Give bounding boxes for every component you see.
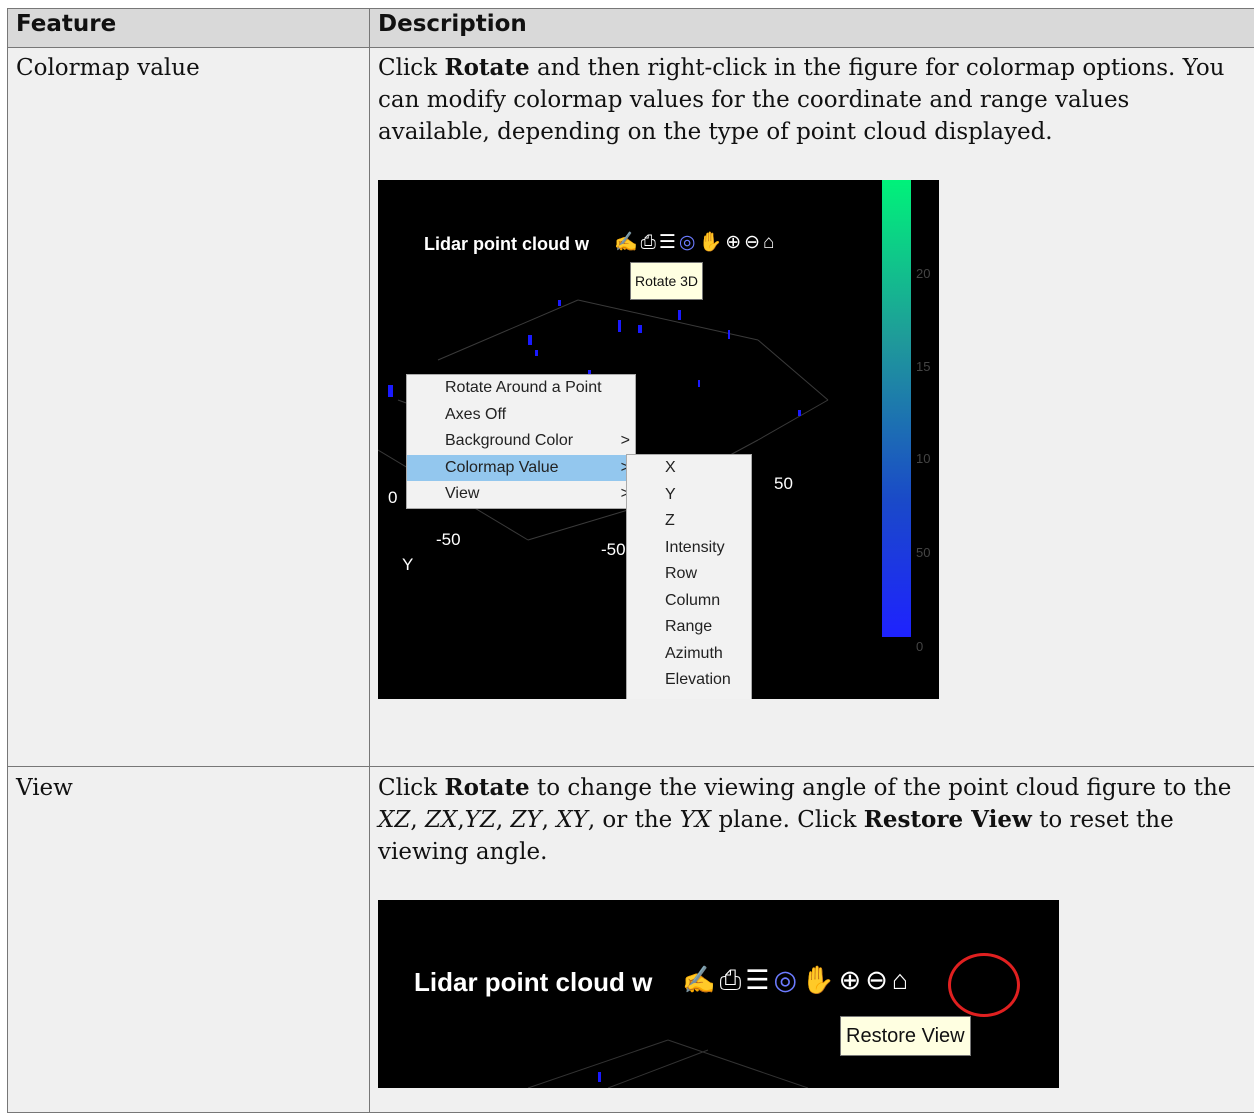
rotate-icon[interactable]: ◎ (679, 227, 696, 259)
menu-item-axes-off[interactable]: Axes Off (407, 402, 635, 429)
feature-cell: Colormap value (8, 48, 370, 767)
legend-icon[interactable]: ☰ (659, 227, 676, 259)
legend-icon[interactable]: ☰ (745, 964, 769, 996)
menu-item-colormap-value[interactable]: Colormap Value> (407, 455, 635, 482)
restore-view-tooltip: Restore View (840, 1016, 971, 1056)
context-menu: Rotate Around a Point Axes Off Backgroun… (406, 374, 636, 509)
home-icon[interactable]: ⌂ (892, 964, 908, 996)
submenu-item-row[interactable]: Row (627, 561, 751, 588)
menu-item-background-color[interactable]: Background Color> (407, 428, 635, 455)
feature-cell: View (8, 767, 370, 1113)
zoom-in-icon[interactable]: ⊕ (725, 227, 741, 259)
axis-tick-50: 50 (774, 468, 793, 500)
axis-tick-neg50: -50 (601, 534, 626, 566)
colormap-screenshot: Lidar point cloud w ✍ ⎙ ☰ ◎ ✋ ⊕ ⊖ ⌂ Rota… (378, 180, 939, 699)
submenu-item-azimuth[interactable]: Azimuth (627, 641, 751, 668)
zoom-out-icon[interactable]: ⊖ (744, 227, 760, 259)
colorbar-tick: 10 (916, 443, 930, 475)
rotate-3d-tooltip: Rotate 3D (630, 262, 703, 300)
description-cell: Click Rotate to change the viewing angle… (370, 767, 1254, 1113)
description-text: Click Rotate to change the viewing angle… (378, 772, 1248, 868)
colorbar-tick: 20 (916, 258, 930, 290)
colormap-submenu: X Y Z Intensity Row Column Range Azimuth… (626, 454, 752, 699)
submenu-item-range[interactable]: Range (627, 614, 751, 641)
rotate-icon[interactable]: ◎ (773, 964, 797, 996)
restore-view-highlight (948, 953, 1020, 1017)
pan-icon[interactable]: ✋ (699, 227, 723, 259)
submenu-item-intensity[interactable]: Intensity (627, 535, 751, 562)
brush-icon[interactable]: ✍ (614, 227, 638, 259)
description-cell: Click Rotate and then right-click in the… (370, 48, 1254, 767)
zoom-in-icon[interactable]: ⊕ (839, 964, 862, 996)
brush-icon[interactable]: ✍ (682, 964, 716, 996)
axis-tick-neg50: -50 (436, 524, 461, 556)
y-axis-label: Y (402, 549, 413, 581)
colorbar-tick: 0 (916, 631, 923, 663)
feature-table: Feature Description Colormap value Click… (7, 8, 1254, 1113)
header-feature: Feature (8, 9, 370, 48)
figure-title: Lidar point cloud w (424, 228, 589, 260)
header-description: Description (370, 9, 1254, 48)
pan-icon[interactable]: ✋ (801, 964, 835, 996)
feature-name: View (16, 772, 363, 804)
submenu-item-z[interactable]: Z (627, 508, 751, 535)
feature-name: Colormap value (16, 52, 363, 84)
home-icon[interactable]: ⌂ (763, 227, 774, 259)
figure-toolbar: ✍ ⎙ ☰ ◎ ✋ ⊕ ⊖ ⌂ (614, 227, 775, 259)
zoom-out-icon[interactable]: ⊖ (865, 964, 888, 996)
axis-tick-zero: 0 (388, 482, 397, 514)
submenu-item-column[interactable]: Column (627, 588, 751, 615)
colorbar-tick: 50 (916, 537, 930, 569)
submenu-item-elevation[interactable]: Elevation (627, 667, 751, 694)
menu-item-rotate-around-point[interactable]: Rotate Around a Point (407, 375, 635, 402)
colorbar (882, 180, 911, 637)
print-icon[interactable]: ⎙ (720, 964, 742, 996)
submenu-item-y[interactable]: Y (627, 482, 751, 509)
restore-view-screenshot: Lidar point cloud w ✍ ⎙ ☰ ◎ ✋ ⊕ ⊖ ⌂ Rest… (378, 900, 1059, 1088)
submenu-item-x[interactable]: X (627, 455, 751, 482)
menu-item-view[interactable]: View> (407, 481, 635, 508)
table-row: View Click Rotate to change the viewing … (8, 767, 1254, 1113)
table-row: Colormap value Click Rotate and then rig… (8, 48, 1254, 767)
description-text: Click Rotate and then right-click in the… (378, 52, 1248, 148)
figure-title: Lidar point cloud w (414, 966, 652, 998)
figure-toolbar: ✍ ⎙ ☰ ◎ ✋ ⊕ ⊖ ⌂ (682, 964, 908, 996)
print-icon[interactable]: ⎙ (641, 227, 656, 259)
colorbar-tick: 15 (916, 351, 930, 383)
